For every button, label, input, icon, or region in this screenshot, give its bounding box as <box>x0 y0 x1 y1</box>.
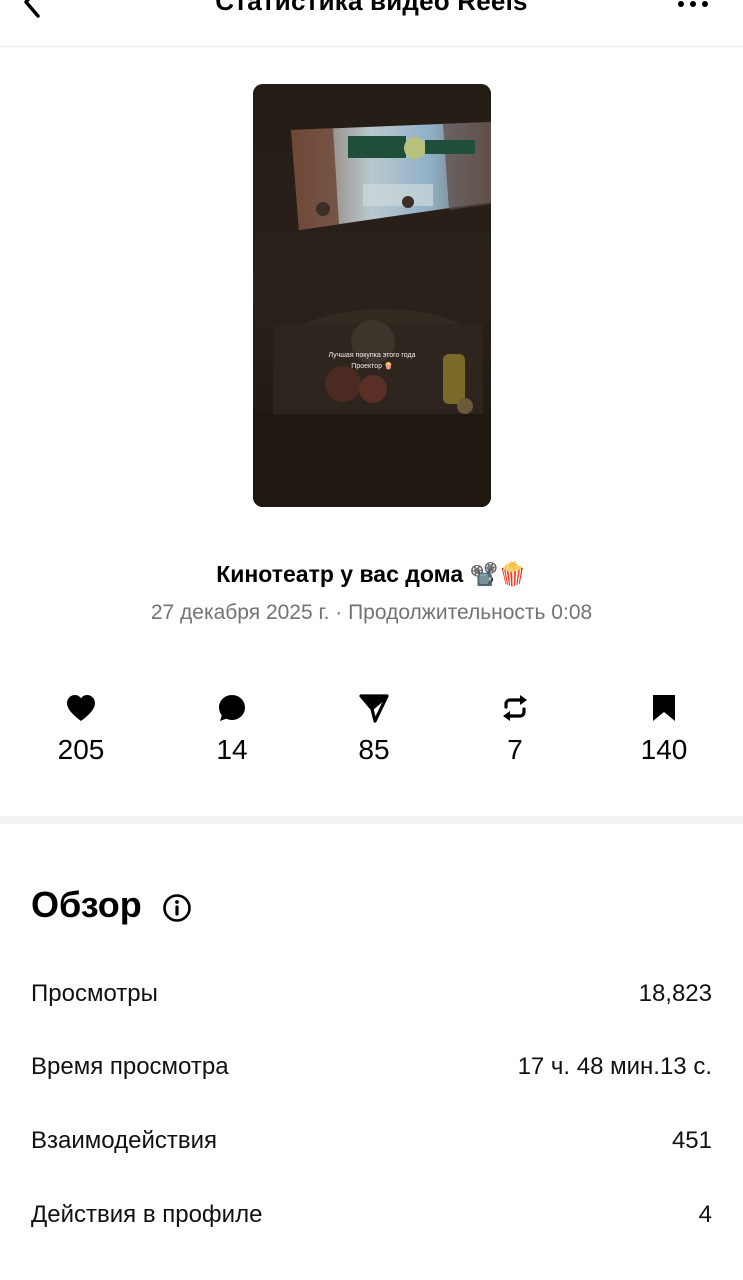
thumbnail-caption-line1: Лучшая покупка этого года <box>328 352 416 359</box>
repost-icon <box>503 695 527 721</box>
watch-time-label: Время просмотра <box>31 1053 229 1080</box>
views-value: 18,823 <box>638 980 712 1007</box>
interactions-label: Взаимодействия <box>31 1127 217 1154</box>
shares-stat: 85 <box>314 690 434 766</box>
heart-icon <box>67 695 95 721</box>
thumbnail-caption: Лучшая покупка этого года Проектор 🍿 <box>253 350 491 372</box>
info-icon <box>163 894 191 922</box>
reel-title: Кинотеатр у вас дома 📽️🍿 <box>216 561 527 587</box>
saves-count: 140 <box>640 734 688 765</box>
more-dots-icon <box>678 1 708 7</box>
views-label: Просмотры <box>31 980 158 1007</box>
watch-time-value: 17 ч. 48 мин.13 с. <box>517 1053 712 1080</box>
saves-stat: 140 <box>604 690 724 766</box>
reel-thumbnail[interactable]: Лучшая покупка этого года Проектор 🍿 <box>253 84 491 507</box>
send-icon <box>359 694 389 723</box>
reposts-count: 7 <box>507 734 523 765</box>
comment-icon <box>219 695 245 721</box>
likes-stat: 205 <box>21 690 141 766</box>
bookmark-icon <box>653 695 675 721</box>
more-options-button[interactable] <box>673 0 713 12</box>
reel-preview-image <box>253 84 491 507</box>
profile-actions-row[interactable]: Действия в профиле 4 <box>31 1201 712 1231</box>
thumbnail-caption-line2: Проектор 🍿 <box>351 363 393 370</box>
overview-title: Обзор <box>31 884 142 925</box>
interactions-value: 451 <box>671 1127 712 1154</box>
comments-stat: 14 <box>172 690 292 766</box>
reposts-stat: 7 <box>455 690 575 766</box>
comments-count: 14 <box>216 734 248 765</box>
interactions-row[interactable]: Взаимодействия 451 <box>31 1127 712 1157</box>
profile-actions-label: Действия в профиле <box>31 1201 263 1228</box>
top-bar: Статистика видео Reels <box>0 0 743 47</box>
shares-count: 85 <box>358 734 390 765</box>
profile-actions-value: 4 <box>698 1201 712 1228</box>
reel-meta: 27 декабря 2025 г. · Продолжительность 0… <box>150 601 593 624</box>
section-divider <box>0 816 743 824</box>
watch-time-row[interactable]: Время просмотра 17 ч. 48 мин.13 с. <box>31 1053 712 1083</box>
views-row[interactable]: Просмотры 18,823 <box>31 980 712 1010</box>
overview-info-button[interactable] <box>162 893 192 923</box>
likes-count: 205 <box>57 734 105 765</box>
page-title: Статистика видео Reels <box>215 0 528 16</box>
